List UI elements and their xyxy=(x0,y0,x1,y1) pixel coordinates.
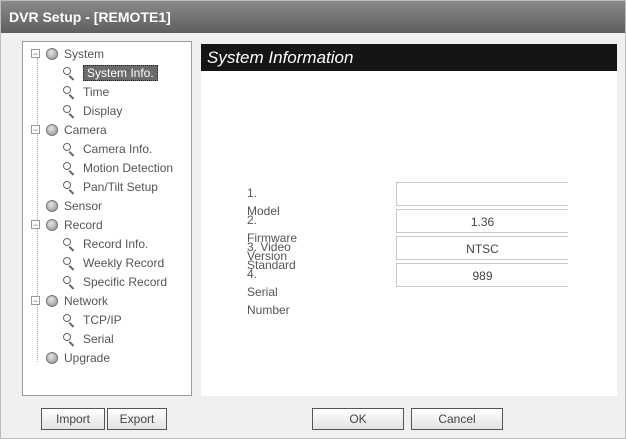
magnifier-icon xyxy=(63,313,77,326)
magnifier-icon xyxy=(63,237,77,250)
tree-item-label: Display xyxy=(83,103,123,118)
tree-item-label: Network xyxy=(64,293,109,308)
tree-item-tcp-ip[interactable]: TCP/IP xyxy=(63,310,122,328)
gear-icon xyxy=(46,47,58,60)
tree-item-label: Sensor xyxy=(64,198,103,213)
tree-item-network[interactable]: − Network xyxy=(31,291,108,309)
system-info-panel: 1. Model 2. Firmware Version 1.36 3. Vid… xyxy=(201,71,617,396)
export-button[interactable]: Export xyxy=(107,408,167,430)
tree-item-record-info[interactable]: Record Info. xyxy=(63,234,148,252)
magnifier-icon xyxy=(63,142,77,155)
serial-number-value: 989 xyxy=(396,263,568,287)
gear-icon xyxy=(46,199,58,212)
magnifier-icon xyxy=(63,85,77,98)
tree-item-label: Pan/Tilt Setup xyxy=(83,179,158,194)
window-title: DVR Setup - [REMOTE1] xyxy=(1,1,625,33)
tree-guide-line xyxy=(37,58,38,362)
magnifier-icon xyxy=(63,104,77,117)
firmware-version-value: 1.36 xyxy=(396,209,568,233)
tree-item-label: Weekly Record xyxy=(83,255,165,270)
tree-item-time[interactable]: Time xyxy=(63,82,109,100)
magnifier-icon xyxy=(63,66,77,79)
cancel-button[interactable]: Cancel xyxy=(411,408,503,430)
gear-icon xyxy=(46,218,58,231)
collapse-toggle-icon[interactable]: − xyxy=(31,125,40,135)
tree-item-motion-detection[interactable]: Motion Detection xyxy=(63,158,173,176)
tree-item-label: Motion Detection xyxy=(83,160,174,175)
tree-item-label: Camera Info. xyxy=(83,141,153,156)
video-standard-value: NTSC xyxy=(396,236,568,260)
tree-item-upgrade[interactable]: Upgrade xyxy=(46,348,110,366)
tree-item-weekly-record[interactable]: Weekly Record xyxy=(63,253,164,271)
tree-item-record[interactable]: − Record xyxy=(31,215,103,233)
tree-item-camera-info[interactable]: Camera Info. xyxy=(63,139,152,157)
tree-item-label: Camera xyxy=(64,122,107,137)
gear-icon xyxy=(46,123,58,136)
dvr-setup-window: DVR Setup - [REMOTE1] − System System Inf… xyxy=(0,0,626,439)
gear-icon xyxy=(46,351,58,364)
gear-icon xyxy=(46,294,58,307)
tree-item-sensor[interactable]: Sensor xyxy=(46,196,102,214)
collapse-toggle-icon[interactable]: − xyxy=(31,220,40,230)
tree-item-label: Specific Record xyxy=(83,274,168,289)
tree-item-display[interactable]: Display xyxy=(63,101,122,119)
tree-item-label: Record Info. xyxy=(83,236,149,251)
magnifier-icon xyxy=(63,161,77,174)
tree-item-specific-record[interactable]: Specific Record xyxy=(63,272,167,290)
ok-button[interactable]: OK xyxy=(312,408,404,430)
magnifier-icon xyxy=(63,180,77,193)
tree-item-pan-tilt-setup[interactable]: Pan/Tilt Setup xyxy=(63,177,158,195)
tree-item-label: System Info. xyxy=(83,64,158,81)
magnifier-icon xyxy=(63,275,77,288)
tree-item-label: Serial xyxy=(83,331,114,346)
collapse-toggle-icon[interactable]: − xyxy=(31,49,40,59)
tree-item-system[interactable]: − System xyxy=(31,44,104,62)
collapse-toggle-icon[interactable]: − xyxy=(31,296,40,306)
tree-item-camera[interactable]: − Camera xyxy=(31,120,107,138)
tree-item-label: Upgrade xyxy=(64,350,111,365)
field-label: 4. Serial Number xyxy=(247,267,290,317)
tree-item-label: Time xyxy=(83,84,110,99)
tree-item-label: TCP/IP xyxy=(83,312,122,327)
tree-item-label: System xyxy=(64,46,105,61)
settings-tree: − System System Info. Time Display − Camer… xyxy=(22,41,192,396)
tree-item-system-info[interactable]: System Info. xyxy=(63,63,158,81)
magnifier-icon xyxy=(63,256,77,269)
tree-item-label: Record xyxy=(64,217,103,232)
model-value xyxy=(396,182,568,206)
import-button[interactable]: Import xyxy=(41,408,105,430)
tree-item-serial[interactable]: Serial xyxy=(63,329,114,347)
magnifier-icon xyxy=(63,332,77,345)
page-title: System Information xyxy=(201,44,617,71)
